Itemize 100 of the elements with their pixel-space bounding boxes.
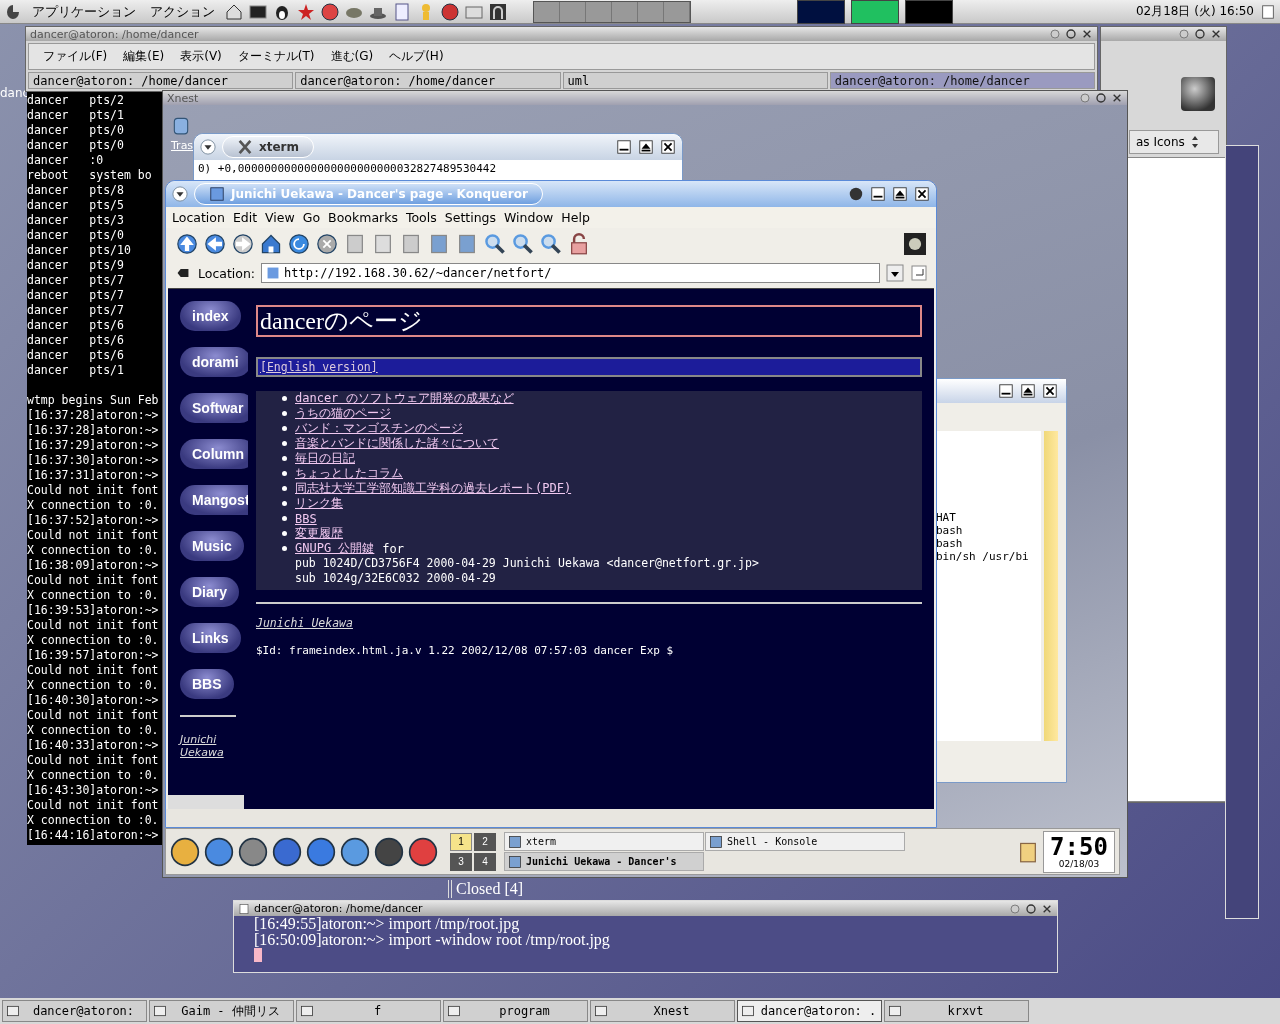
task-button[interactable]: Gaim - 仲間リス <box>149 1000 294 1022</box>
url-field[interactable]: http://192.168.30.62/~dancer/netfort/ <box>261 263 880 283</box>
close-icon[interactable] <box>1111 92 1123 104</box>
workspace-cell[interactable] <box>560 1 586 22</box>
menu-item[interactable]: Settings <box>440 210 501 225</box>
dot-button-icon[interactable] <box>1178 28 1190 40</box>
dot-button-icon[interactable] <box>1009 902 1021 915</box>
nav-button[interactable]: dorami <box>180 347 248 377</box>
terminal-tab[interactable]: uml <box>562 72 828 89</box>
desktop-pager-button[interactable]: 2 <box>474 832 496 851</box>
maximize-icon[interactable] <box>1194 28 1206 40</box>
scrollbar[interactable] <box>1044 431 1058 741</box>
zoom-out-icon[interactable] <box>540 233 562 255</box>
menu-item[interactable]: Bookmarks <box>324 210 402 225</box>
nav-button[interactable]: Music <box>180 531 244 561</box>
menu-item[interactable]: Go <box>298 210 325 225</box>
minimize-icon[interactable] <box>998 383 1014 399</box>
home-icon[interactable] <box>260 233 282 255</box>
home-icon[interactable] <box>225 2 243 21</box>
terminal-tab[interactable]: dancer@atoron: /home/dancer <box>295 72 561 89</box>
close-icon[interactable] <box>1210 28 1222 40</box>
page-link[interactable]: リンク集 <box>295 495 343 512</box>
round-button[interactable] <box>1181 77 1215 111</box>
star-icon[interactable] <box>297 2 315 21</box>
nav-button[interactable]: Links <box>180 623 241 653</box>
page-link[interactable]: 同志社大学工学部知識工学科の過去レポート(PDF) <box>295 480 572 497</box>
document-icon[interactable] <box>393 2 411 21</box>
menu-item[interactable]: ファイル(F) <box>37 46 114 67</box>
zoom-icon[interactable] <box>484 233 506 255</box>
arch-icon[interactable] <box>489 2 507 21</box>
menu-item[interactable]: Help <box>557 210 594 225</box>
window-menu-icon[interactable] <box>172 186 188 202</box>
desktop-pager-button[interactable]: 4 <box>474 852 496 871</box>
dot-button-icon[interactable] <box>1079 92 1091 104</box>
scrollbar[interactable] <box>168 795 244 809</box>
task-button[interactable]: Xnest <box>590 1000 735 1022</box>
workspace-cell[interactable] <box>664 1 690 22</box>
page-link[interactable]: dancer のソフトウェア開発の成果など <box>295 390 514 407</box>
panel-menu[interactable]: アプリケーション <box>28 2 140 21</box>
maximize-icon[interactable] <box>1025 902 1037 915</box>
nav-button[interactable]: index <box>180 301 241 331</box>
page-link[interactable]: ちょっとしたコラム <box>295 465 403 482</box>
menu-item[interactable]: Window <box>500 210 558 225</box>
workspace-cell[interactable] <box>638 1 664 22</box>
workspace-cell[interactable] <box>612 1 638 22</box>
page-link[interactable]: 毎日の日記 <box>295 450 355 467</box>
dot-button-icon[interactable] <box>1049 28 1061 40</box>
dropdown-icon[interactable] <box>886 264 904 282</box>
zoom-in-icon[interactable] <box>512 233 534 255</box>
menu-item[interactable]: 編集(E) <box>117 46 171 67</box>
minimize-icon[interactable] <box>616 139 632 155</box>
language-link[interactable]: [English version] <box>256 357 922 377</box>
terminal-icon[interactable] <box>249 2 267 21</box>
maximize-icon[interactable] <box>1095 92 1107 104</box>
nav-button[interactable]: BBS <box>180 669 234 699</box>
padlock-icon[interactable] <box>568 233 590 255</box>
maximize-icon[interactable] <box>638 139 654 155</box>
menu-item[interactable]: ターミナル(T) <box>231 46 321 67</box>
page-link[interactable]: GNUPG 公開鍵 <box>295 540 375 557</box>
nav-button[interactable]: Diary <box>180 577 240 607</box>
maximize-icon[interactable] <box>1065 28 1077 40</box>
author-link[interactable]: Junichi Uekawa <box>256 616 353 630</box>
menu-item[interactable]: ヘルプ(H) <box>383 46 450 67</box>
window-menu-icon[interactable] <box>200 139 216 155</box>
workspace-cell[interactable] <box>586 1 612 22</box>
panel-menu[interactable]: アクション <box>146 2 219 21</box>
terminal-tab[interactable]: dancer@atoron: /home/dancer <box>829 72 1095 89</box>
task-button[interactable]: Junichi Uekawa - Dancer's <box>504 852 704 871</box>
nav-button[interactable]: Softwar <box>180 393 248 423</box>
task-button[interactable]: dancer@atoron: . <box>737 1000 882 1022</box>
enter-icon[interactable] <box>910 264 928 282</box>
task-button[interactable]: Shell - Konsole <box>705 832 905 851</box>
task-button[interactable]: dancer@atoron: <box>2 1000 147 1022</box>
task-button[interactable]: krxvt <box>884 1000 1029 1022</box>
menu-item[interactable]: Edit <box>228 210 262 225</box>
page-link[interactable]: うちの猫のページ <box>295 405 391 422</box>
page-link[interactable]: 音楽とバンドに関係した諸々について <box>295 435 499 452</box>
close-icon[interactable] <box>1081 28 1093 40</box>
stop-icon[interactable] <box>316 233 338 255</box>
menu-item[interactable]: Tools <box>401 210 441 225</box>
menu-item[interactable]: Location <box>168 210 229 225</box>
author-link[interactable]: Junichi Uekawa <box>180 733 236 759</box>
page-icon[interactable] <box>1260 3 1276 20</box>
page-link[interactable]: バンド：マンゴスチンのページ <box>295 420 463 437</box>
menu-item[interactable]: View <box>261 210 299 225</box>
round-icon[interactable] <box>321 2 339 21</box>
task-button[interactable]: f <box>296 1000 441 1022</box>
maximize-icon[interactable] <box>892 186 908 202</box>
page-link[interactable]: 変更履歴 <box>295 525 343 542</box>
workspace-cell[interactable] <box>534 1 560 22</box>
view-mode-dropdown[interactable]: as Icons <box>1129 130 1219 154</box>
task-button[interactable]: xterm <box>504 832 704 851</box>
task-button[interactable]: program <box>443 1000 588 1022</box>
desktop-pager-button[interactable]: 3 <box>450 852 472 871</box>
reload-icon[interactable] <box>288 233 310 255</box>
close-icon[interactable] <box>1042 383 1058 399</box>
minimize-icon[interactable] <box>870 186 886 202</box>
terminal-tab[interactable]: dancer@atoron: /home/dancer <box>28 72 294 89</box>
desktop-pager-button[interactable]: 1 <box>450 832 472 851</box>
close-icon[interactable] <box>660 139 676 155</box>
